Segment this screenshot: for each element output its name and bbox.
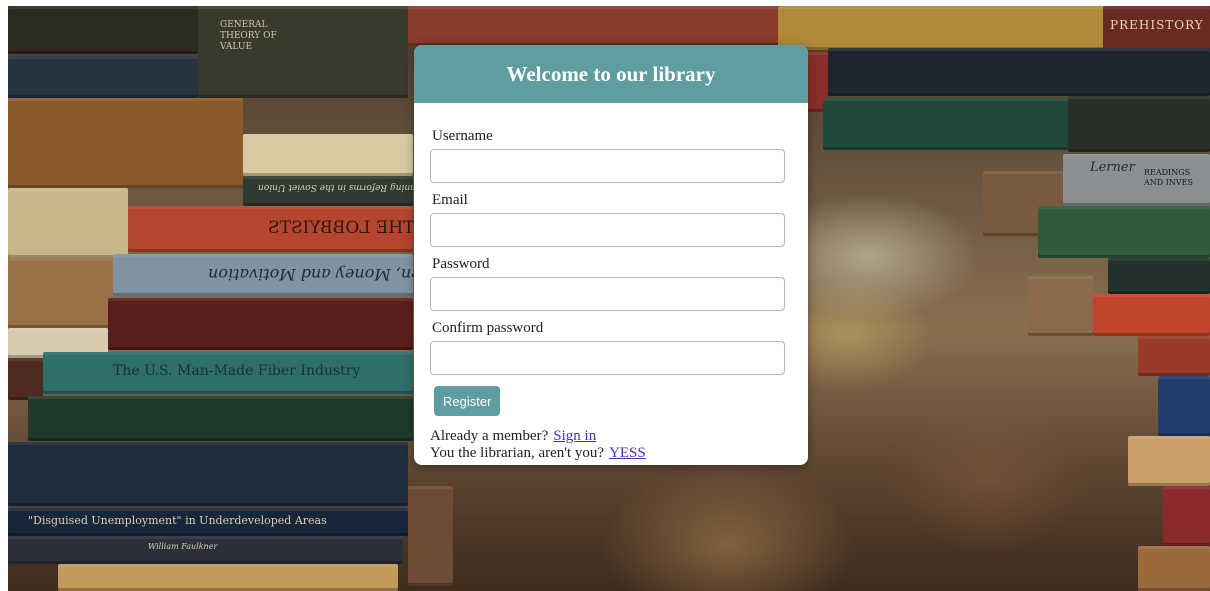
spine-text: GENERAL THEORY OF VALUE [220, 20, 277, 52]
librarian-link[interactable]: YESS [609, 445, 646, 461]
librarian-line: You the librarian, aren't you? YESS [430, 445, 784, 462]
spine-text: William Faulkner [148, 542, 218, 551]
password-label: Password [432, 256, 490, 272]
spine-text: Men, Money and Motivation [208, 265, 438, 284]
email-input[interactable] [430, 213, 785, 247]
spine-text: "Disguised Unemployment" in Underdevelop… [28, 514, 327, 527]
username-input[interactable] [430, 149, 785, 183]
register-form: Username Email Password Confirm password… [414, 103, 808, 462]
password-input[interactable] [430, 277, 785, 311]
sign-in-link[interactable]: Sign in [553, 428, 596, 444]
form-footer: Already a member? Sign in You the librari… [430, 428, 784, 462]
librarian-prompt: You the librarian, aren't you? [430, 445, 605, 461]
spine-text: Planning Reforms in the Soviet Union [258, 182, 431, 192]
username-label: Username [432, 128, 493, 144]
register-card: Welcome to our library Username Email Pa… [414, 45, 808, 465]
spine-text: THE LOBBYISTS [268, 218, 415, 238]
member-line: Already a member? Sign in [430, 428, 784, 445]
spine-text: The U.S. Man-Made Fiber Industry [113, 363, 361, 379]
spine-text: Lerner [1090, 160, 1135, 175]
spine-text: READINGS AND INVES [1144, 168, 1193, 187]
email-label: Email [432, 192, 468, 208]
register-button[interactable]: Register [434, 386, 501, 416]
spine-text: PREHISTORY [1110, 18, 1204, 32]
confirm-password-input[interactable] [430, 341, 785, 375]
member-prompt: Already a member? [430, 428, 549, 444]
confirm-password-label: Confirm password [432, 320, 544, 336]
card-title: Welcome to our library [414, 45, 808, 103]
